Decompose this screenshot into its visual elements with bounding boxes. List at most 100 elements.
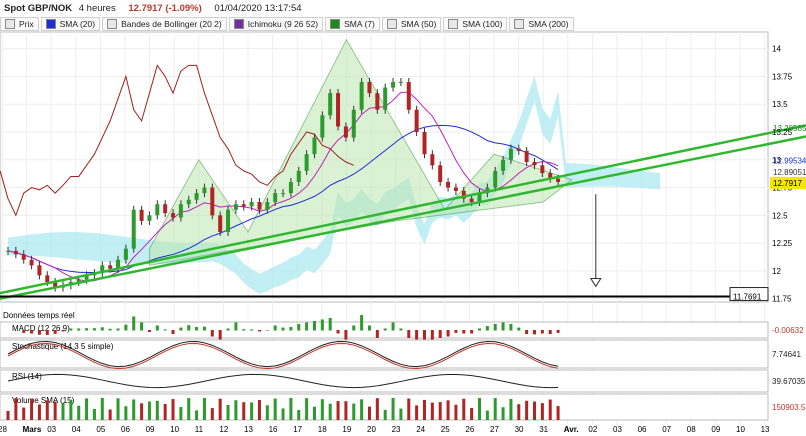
x-tick-label: 12: [219, 425, 228, 434]
macd-bar: [289, 327, 293, 331]
x-tick-label: Avr.: [564, 425, 579, 434]
macd-bar: [297, 324, 301, 331]
macd-bar: [485, 326, 489, 331]
x-tick-label: 24: [416, 425, 425, 434]
macd-bar: [328, 318, 332, 331]
volume-bar: [289, 397, 293, 420]
volume-bar: [344, 401, 348, 420]
volume-bar: [430, 402, 434, 420]
volume-bar: [399, 408, 403, 420]
macd-bar: [163, 329, 167, 331]
volume-bar: [328, 403, 332, 420]
candle: [414, 109, 419, 132]
candle: [438, 165, 443, 182]
volume-bar: [493, 398, 497, 420]
volume-bar: [77, 405, 81, 420]
candle: [155, 204, 160, 216]
volume-bar: [470, 407, 474, 420]
volume-bar: [92, 408, 96, 420]
volume-bar: [22, 407, 26, 420]
price-label: 12.99534: [773, 156, 806, 165]
volume-bar: [179, 407, 183, 420]
macd-bar: [92, 328, 96, 331]
price-label: 12.7917: [773, 179, 802, 188]
x-tick-label: 11: [195, 425, 204, 434]
volume-bar: [375, 398, 379, 420]
candle: [524, 150, 529, 162]
macd-bar: [85, 328, 89, 331]
macd-bar: [45, 330, 49, 335]
candle: [336, 93, 341, 127]
volume-bar: [454, 404, 458, 420]
candle: [328, 93, 333, 116]
macd-bar: [171, 330, 175, 335]
volume-bar: [415, 405, 419, 420]
volume-bar: [132, 399, 136, 420]
macd-bar: [336, 330, 340, 334]
volume-bar: [61, 402, 65, 420]
candle: [226, 209, 231, 232]
x-tick-label: 18: [318, 425, 327, 434]
volume-bar: [187, 398, 191, 420]
volume-bar: [509, 399, 513, 420]
x-tick-label: 09: [711, 425, 720, 434]
macd-bar: [187, 325, 191, 331]
candle: [296, 170, 301, 182]
volume-bar: [69, 399, 73, 420]
x-tick-label: Mars: [23, 425, 42, 434]
macd-bar: [30, 330, 34, 334]
candle: [171, 213, 176, 218]
y-tick-label: 14: [772, 45, 781, 54]
volume-bar: [171, 399, 175, 420]
macd-bar: [234, 322, 238, 331]
price-chart: 1413.7513.513.251312.7512.512.251211.751…: [0, 31, 806, 434]
candle: [508, 148, 513, 160]
candle: [194, 193, 199, 200]
candle: [233, 204, 238, 210]
macd-bar: [391, 322, 395, 331]
macd-bar: [407, 330, 411, 338]
candle: [273, 193, 278, 202]
candle: [139, 209, 144, 221]
macd-bar: [462, 330, 466, 334]
pane-label: Volume SMA (15): [12, 396, 75, 405]
macd-bar: [226, 328, 230, 331]
macd-bar: [37, 330, 41, 335]
macd-bar: [517, 327, 521, 331]
x-tick-label: 10: [170, 425, 179, 434]
candle: [265, 202, 270, 210]
volume-bar: [265, 405, 269, 420]
macd-bar: [533, 330, 537, 335]
macd-bar: [438, 330, 442, 338]
macd-bar: [140, 322, 144, 331]
volume-bar: [548, 399, 552, 420]
macd-bar: [556, 330, 560, 333]
candle: [281, 193, 286, 195]
candle: [249, 202, 254, 207]
macd-bar: [132, 316, 136, 331]
volume-bar: [367, 406, 371, 420]
volume-bar: [53, 401, 57, 420]
volume-bar: [501, 407, 505, 420]
volume-bar: [100, 397, 104, 420]
volume-bar: [140, 403, 144, 420]
price-label: 12.89051: [773, 168, 806, 177]
candle: [178, 204, 183, 218]
candle: [29, 259, 34, 266]
macd-bar: [281, 327, 285, 331]
price-label: 13.28585: [773, 124, 806, 133]
macd-bar: [124, 324, 128, 331]
candle: [469, 198, 474, 202]
macd-bar: [399, 328, 403, 331]
macd-bar: [367, 325, 371, 331]
candle: [540, 165, 545, 174]
volume-bar: [250, 402, 254, 420]
x-tick-label: 02: [588, 425, 597, 434]
volume-bar: [234, 400, 238, 420]
candle: [430, 154, 435, 166]
volume-bar: [147, 401, 151, 420]
candle: [108, 265, 113, 269]
macd-bar: [100, 327, 104, 331]
macd-bar: [430, 330, 434, 340]
macd-bar: [509, 324, 513, 331]
